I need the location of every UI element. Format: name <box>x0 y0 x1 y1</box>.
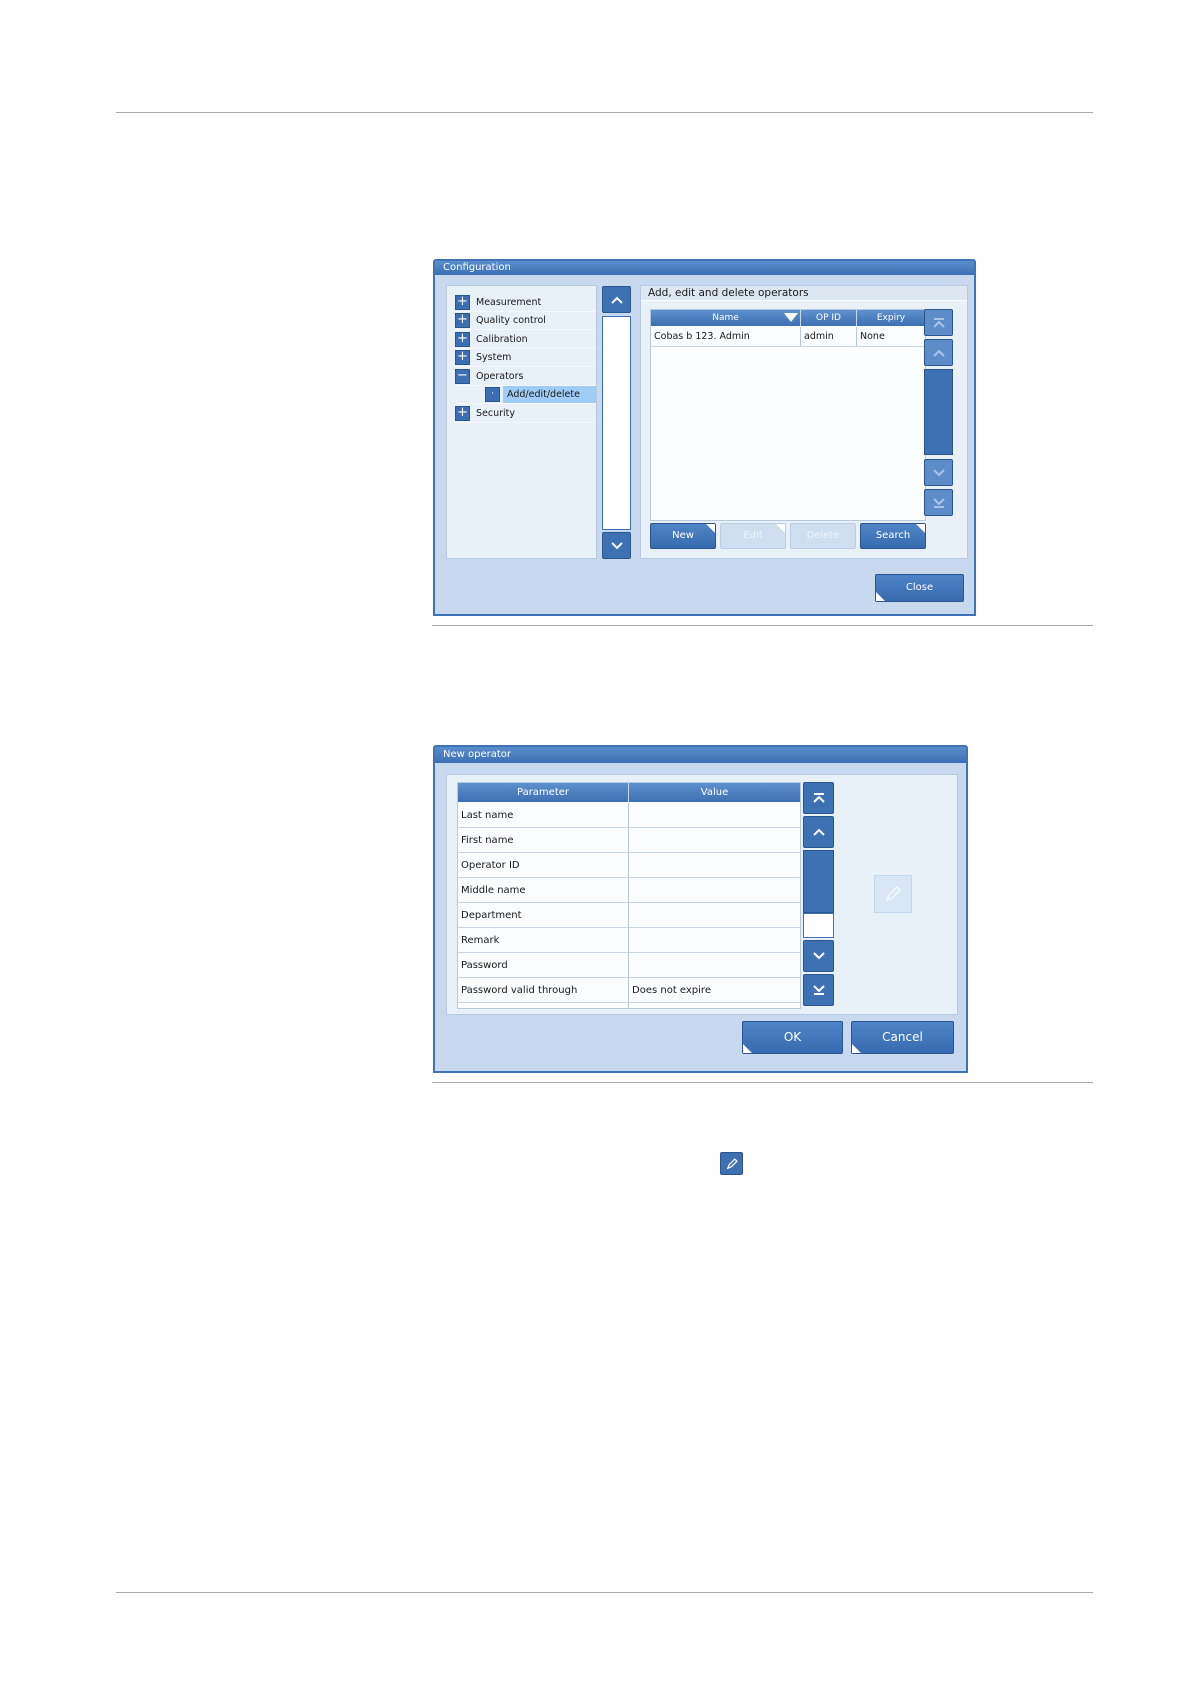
tree-item-measurement[interactable]: + Measurement <box>455 294 596 312</box>
last-name-field[interactable] <box>629 803 800 828</box>
params-scroll-thumb[interactable] <box>803 850 834 913</box>
table-scroll-thumb[interactable] <box>924 369 953 455</box>
table-row[interactable]: Middle name <box>458 878 629 903</box>
table-scroll-top-button[interactable] <box>924 309 953 336</box>
column-header-parameter: Parameter <box>458 783 629 802</box>
section-title: Add, edit and delete operators <box>641 286 967 301</box>
table-row[interactable]: Password <box>458 953 629 978</box>
tree-item-label: Add/edit/delete <box>503 386 596 403</box>
configuration-window: Configuration + Measurement + Quality co… <box>433 259 976 616</box>
tree-item-add-edit-delete[interactable]: · Add/edit/delete <box>455 386 596 404</box>
leaf-icon: · <box>485 387 500 402</box>
table-scroll-down-button[interactable] <box>924 459 953 486</box>
chevron-up-icon <box>932 349 945 357</box>
table-row[interactable]: Last name <box>458 803 629 828</box>
window-title: New operator <box>435 747 966 763</box>
cancel-button[interactable]: Cancel <box>851 1021 954 1054</box>
tree-item-label: System <box>476 352 512 363</box>
remark-field[interactable] <box>629 928 800 953</box>
plus-icon: + <box>455 295 470 310</box>
department-field[interactable] <box>629 903 800 928</box>
minus-icon: − <box>455 369 470 384</box>
chevron-down-icon <box>932 468 945 476</box>
tree-item-quality-control[interactable]: + Quality control <box>455 312 596 330</box>
tree-item-label: Quality control <box>476 315 546 326</box>
params-scroll-top-button[interactable] <box>803 782 834 814</box>
edit-value-button[interactable] <box>874 875 912 913</box>
params-scroll-down-button[interactable] <box>803 940 834 972</box>
password-field[interactable] <box>629 953 800 978</box>
figure-rule <box>432 625 1093 626</box>
plus-icon: + <box>455 332 470 347</box>
table-row-partial <box>629 1003 800 1008</box>
new-operator-window: New operator Parameter Value Last name F… <box>433 745 968 1073</box>
pencil-icon <box>726 1157 738 1169</box>
operators-table: Name OP ID Expiry Cobas b 123. Admin adm… <box>650 309 926 521</box>
tree-item-label: Operators <box>476 371 524 382</box>
table-cell-name[interactable]: Cobas b 123. Admin <box>651 327 801 347</box>
search-button[interactable]: Search <box>860 523 926 549</box>
plus-icon: + <box>455 406 470 421</box>
tree-item-system[interactable]: + System <box>455 349 596 367</box>
column-header-expiry[interactable]: Expiry <box>857 310 925 326</box>
plus-icon: + <box>455 350 470 365</box>
chevron-up-icon <box>610 296 623 304</box>
figure-rule <box>432 1082 1093 1083</box>
footer-rule <box>116 1592 1093 1593</box>
tree-item-label: Security <box>476 408 516 419</box>
table-row[interactable]: First name <box>458 828 629 853</box>
params-scroll-up-button[interactable] <box>803 816 834 848</box>
sort-down-icon <box>784 313 798 322</box>
chevron-down-icon <box>610 541 623 549</box>
header-rule <box>116 112 1093 113</box>
tree-panel: + Measurement + Quality control + Calibr… <box>446 285 597 559</box>
ok-button[interactable]: OK <box>742 1021 843 1054</box>
tree-scroll-track[interactable] <box>602 316 631 530</box>
chevron-down-icon <box>812 952 825 960</box>
delete-button[interactable]: Delete <box>790 523 856 549</box>
skip-bottom-icon <box>932 497 945 508</box>
pencil-icon <box>885 885 902 902</box>
table-scroll-bottom-button[interactable] <box>924 489 953 516</box>
table-row[interactable]: Password valid through <box>458 978 629 1003</box>
tree-scroll-down-button[interactable] <box>602 532 631 559</box>
skip-top-icon <box>932 317 945 328</box>
plus-icon: + <box>455 313 470 328</box>
first-name-field[interactable] <box>629 828 800 853</box>
tree-scroll-up-button[interactable] <box>602 286 631 313</box>
tree-item-calibration[interactable]: + Calibration <box>455 331 596 349</box>
table-row-partial <box>458 1003 629 1008</box>
edit-button[interactable]: Edit <box>720 523 786 549</box>
tree-item-security[interactable]: + Security <box>455 405 596 423</box>
table-cell-expiry[interactable]: None <box>857 327 925 347</box>
window-title: Configuration <box>435 261 974 275</box>
table-row[interactable]: Department <box>458 903 629 928</box>
operators-panel: Add, edit and delete operators Name OP I… <box>640 285 968 559</box>
table-cell-op-id[interactable]: admin <box>801 327 857 347</box>
tree-item-operators[interactable]: − Operators <box>455 368 596 386</box>
close-button[interactable]: Close <box>875 574 964 602</box>
params-scroll-bottom-button[interactable] <box>803 974 834 1006</box>
tree-item-label: Calibration <box>476 334 528 345</box>
new-button[interactable]: New <box>650 523 716 549</box>
table-scroll-up-button[interactable] <box>924 339 953 366</box>
chevron-up-icon <box>812 828 825 836</box>
tree-item-label: Measurement <box>476 297 542 308</box>
parameter-panel: Parameter Value Last name First name Ope… <box>446 774 958 1015</box>
password-valid-through-field[interactable]: Does not expire <box>629 978 800 1003</box>
column-header-op-id[interactable]: OP ID <box>801 310 857 326</box>
table-row[interactable]: Operator ID <box>458 853 629 878</box>
operator-id-field[interactable] <box>629 853 800 878</box>
parameter-table: Parameter Value Last name First name Ope… <box>457 782 801 1009</box>
params-scroll-track[interactable] <box>803 913 834 938</box>
pencil-button-icon <box>720 1152 743 1175</box>
column-header-name[interactable]: Name <box>651 310 801 326</box>
skip-bottom-icon <box>812 985 825 995</box>
table-row[interactable]: Remark <box>458 928 629 953</box>
skip-top-icon <box>812 793 825 803</box>
middle-name-field[interactable] <box>629 878 800 903</box>
column-header-value: Value <box>629 783 800 802</box>
